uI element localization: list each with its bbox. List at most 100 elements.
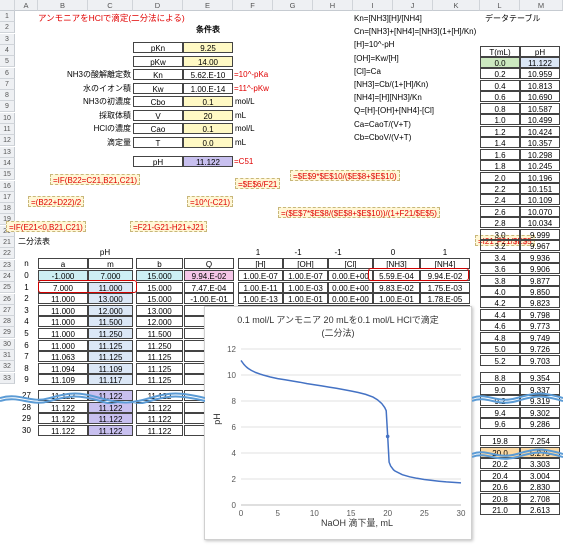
data-table-t-cell[interactable]: 3.4: [480, 251, 520, 263]
bisection-cell[interactable]: 11.094: [38, 362, 88, 374]
bisection-cell[interactable]: 5: [15, 328, 38, 339]
bisection-cell[interactable]: 1.00.E-01: [373, 293, 420, 305]
row-header[interactable]: 12: [0, 135, 15, 147]
data-table-t-cell[interactable]: 0.0: [480, 57, 520, 68]
condition-value[interactable]: 0.0: [183, 136, 233, 148]
row-header[interactable]: 18: [0, 203, 15, 215]
condition-name[interactable]: pKn: [133, 42, 183, 53]
data-table-ph-cell[interactable]: 9.936: [520, 251, 560, 263]
condition-value[interactable]: 14.00: [183, 55, 233, 67]
bisection-cell[interactable]: 0.00.E+00: [328, 293, 373, 305]
data-table-t-cell[interactable]: 2.6: [480, 205, 520, 217]
data-table-t-cell[interactable]: 3.8: [480, 274, 520, 286]
bisection-cell[interactable]: 1.78.E-05: [420, 293, 470, 305]
bisection-cell[interactable]: 11.122: [38, 424, 88, 436]
bisection-cell[interactable]: 11.125: [88, 339, 133, 351]
data-table-ph-cell[interactable]: 10.690: [520, 91, 560, 103]
data-table-t-cell[interactable]: 0.2: [480, 68, 520, 80]
bisection-cell[interactable]: 4: [15, 316, 38, 327]
row-header[interactable]: 14: [0, 157, 15, 169]
data-table-t-cell[interactable]: 1.2: [480, 125, 520, 137]
condition-value[interactable]: 1.00.E-14: [183, 82, 233, 94]
data-table-t-cell[interactable]: 2.8: [480, 217, 520, 229]
data-table-ph-cell[interactable]: 9.877: [520, 274, 560, 286]
data-table-t-cell[interactable]: 4.0: [480, 286, 520, 297]
bisection-cell[interactable]: 11.122: [88, 413, 133, 425]
data-table-ph-cell[interactable]: 9.286: [520, 417, 560, 429]
data-table-t-cell[interactable]: 19.8: [480, 435, 520, 447]
col-header-c[interactable]: C: [88, 0, 133, 11]
row-header[interactable]: 5: [0, 56, 15, 68]
bisection-cell[interactable]: 9.83.E-02: [373, 281, 420, 293]
row-header[interactable]: 33: [0, 372, 15, 384]
bisection-cell[interactable]: 11.125: [136, 362, 183, 374]
row-header[interactable]: 30: [0, 338, 15, 350]
bisection-cell[interactable]: 1.75.E-03: [420, 281, 470, 293]
bisection-cell[interactable]: 11.000: [38, 293, 88, 305]
col-header-l[interactable]: L: [480, 0, 520, 11]
data-table-t-cell[interactable]: 5.2: [480, 354, 520, 366]
data-table-ph-cell[interactable]: 10.196: [520, 171, 560, 183]
data-table-t-cell[interactable]: 0.8: [480, 102, 520, 114]
bisection-cell[interactable]: 11.000: [38, 328, 88, 339]
row-header[interactable]: 11: [0, 124, 15, 135]
row-header[interactable]: 1: [0, 11, 15, 22]
bisection-cell[interactable]: 11.125: [88, 351, 133, 363]
data-table-ph-cell[interactable]: 10.959: [520, 68, 560, 80]
data-table-t-cell[interactable]: 0.6: [480, 91, 520, 103]
data-table-t-cell[interactable]: 1.8: [480, 160, 520, 172]
col-header-j[interactable]: J: [393, 0, 433, 11]
bisection-cell[interactable]: 0.00.E+00: [328, 281, 373, 293]
data-table-t-cell[interactable]: 0.4: [480, 79, 520, 91]
bisection-cell[interactable]: 7: [15, 351, 38, 362]
row-header[interactable]: 24: [0, 270, 15, 282]
data-table-ph-cell[interactable]: 10.070: [520, 205, 560, 217]
row-header[interactable]: 27: [0, 304, 15, 316]
data-table-t-cell[interactable]: 2.4: [480, 194, 520, 206]
data-table-t-cell[interactable]: 20.8: [480, 492, 520, 504]
row-header[interactable]: 17: [0, 191, 15, 203]
data-table-ph-cell[interactable]: 2.830: [520, 481, 560, 493]
bisection-cell[interactable]: -1.00.E-01: [184, 293, 234, 305]
data-table-t-cell[interactable]: 4.8: [480, 331, 520, 343]
row-header[interactable]: 29: [0, 327, 15, 339]
condition-name[interactable]: Cao: [133, 123, 183, 134]
data-table-t-cell[interactable]: 9.6: [480, 417, 520, 429]
bisection-cell[interactable]: 15.000: [136, 293, 183, 305]
bisection-cell[interactable]: 11.122: [88, 424, 133, 436]
condition-value[interactable]: 9.25: [183, 42, 233, 53]
bisection-cell[interactable]: 11.109: [88, 362, 133, 374]
data-table-t-cell[interactable]: 4.6: [480, 320, 520, 332]
data-table-ph-cell[interactable]: 9.726: [520, 343, 560, 355]
row-header[interactable]: 16: [0, 180, 15, 192]
row-header[interactable]: 4: [0, 44, 15, 56]
bisection-cell[interactable]: 3: [15, 305, 38, 316]
bisection-cell[interactable]: 11.125: [136, 374, 183, 386]
row-header[interactable]: 3: [0, 33, 15, 45]
bisection-cell[interactable]: 11.500: [136, 328, 183, 339]
data-table-t-cell[interactable]: 20.4: [480, 469, 520, 481]
bisection-cell[interactable]: 9: [15, 374, 38, 385]
bisection-cell[interactable]: 1.00.E-07: [238, 270, 283, 281]
bisection-cell[interactable]: 13.000: [88, 293, 133, 305]
data-table-ph-cell[interactable]: 7.254: [520, 435, 560, 447]
bisection-cell[interactable]: 6: [15, 340, 38, 351]
bisection-cell[interactable]: 1.00.E-11: [238, 281, 283, 293]
data-table-t-cell[interactable]: 2.2: [480, 182, 520, 194]
bisection-cell[interactable]: 1: [15, 282, 38, 293]
bisection-cell[interactable]: 1.00.E-03: [283, 281, 328, 293]
data-table-ph-cell[interactable]: 2.613: [520, 504, 560, 516]
bisection-cell[interactable]: 1.00.E-01: [283, 293, 328, 305]
bisection-cell[interactable]: 11.122: [136, 413, 183, 425]
col-header-a[interactable]: A: [15, 0, 38, 11]
bisection-cell[interactable]: 11.000: [38, 316, 88, 328]
condition-name[interactable]: V: [133, 109, 183, 121]
col-header-i[interactable]: I: [353, 0, 393, 11]
bisection-cell[interactable]: 12.000: [136, 316, 183, 328]
col-header-h[interactable]: H: [313, 0, 353, 11]
condition-name[interactable]: Cbo: [133, 96, 183, 107]
condition-value[interactable]: 0.1: [183, 123, 233, 134]
data-table-t-cell[interactable]: 4.2: [480, 297, 520, 309]
condition-value[interactable]: 0.1: [183, 96, 233, 107]
row-header[interactable]: 2: [0, 22, 15, 34]
